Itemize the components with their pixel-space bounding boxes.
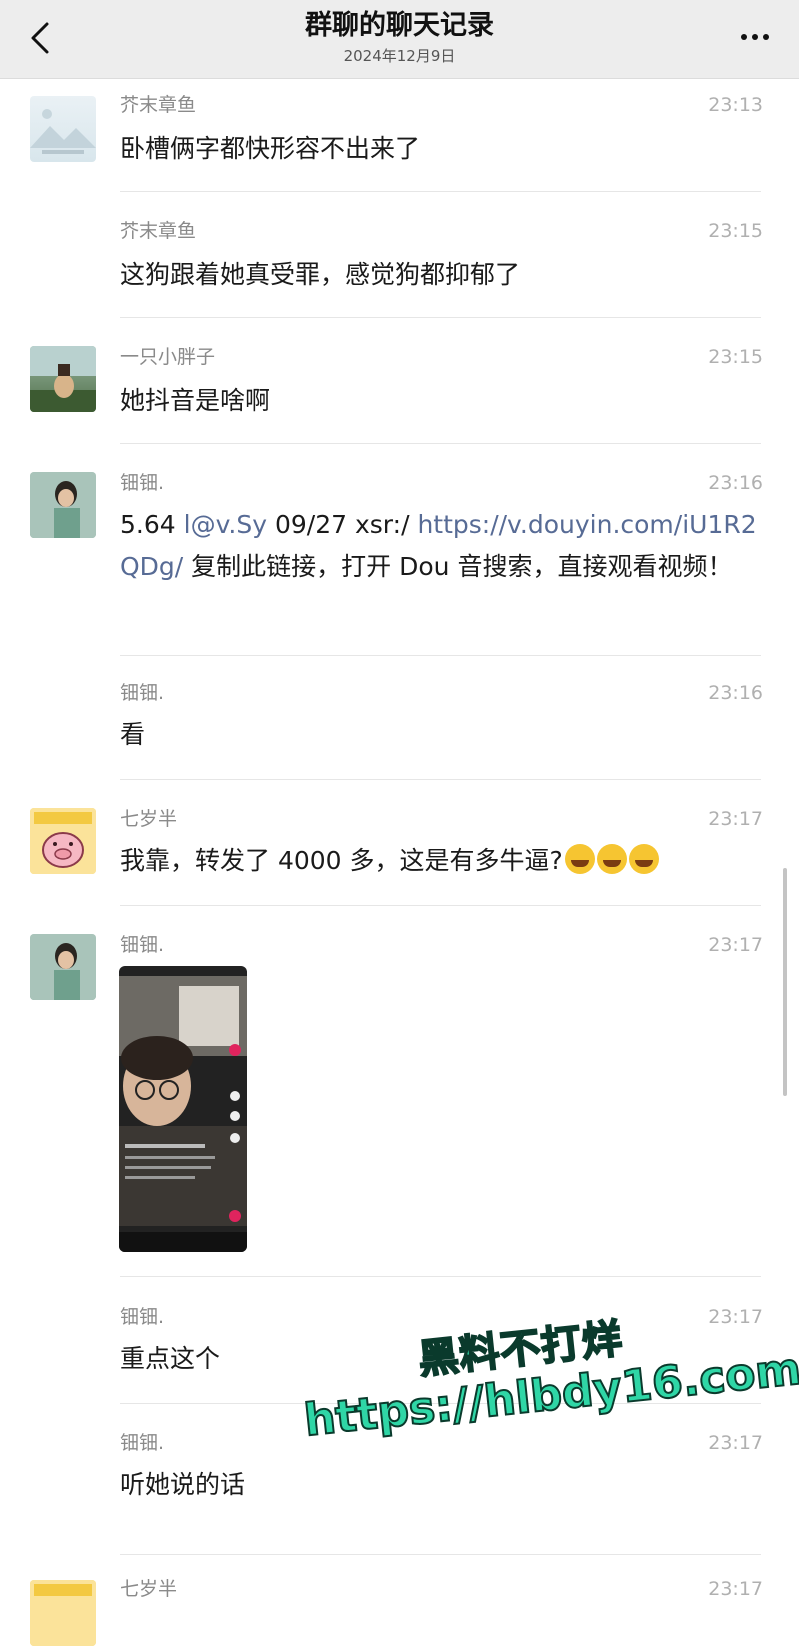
sender-name: 钿钿. [120,1432,165,1454]
message-text-part: 09/27 xsr:/ [267,510,418,539]
avatar[interactable] [30,808,96,874]
page-title: 群聊的聊天记录 [305,10,494,41]
message-text: 这狗跟着她真受罪，感觉狗都抑郁了 [120,260,521,289]
message-text: 看 [120,720,146,749]
sender-name: 钿钿. [120,682,165,704]
message-time: 23:17 [708,808,763,830]
message-item[interactable]: 钿钿. 23:16 5.64 l@v.Sy 09/27 xsr:/ https:… [0,466,799,656]
divider [120,655,761,656]
sender-name: 七岁半 [120,1578,178,1600]
message-text: 5.64 l@v.Sy 09/27 xsr:/ https://v.douyin… [120,504,760,588]
message-text: 我靠，转发了 4000 多，这是有多牛逼? [120,840,760,882]
more-dot-icon [752,34,758,40]
sender-name: 钿钿. [120,1306,165,1328]
sender-name: 钿钿. [120,934,165,956]
message-item[interactable]: 芥末章鱼 23:15 这狗跟着她真受罪，感觉狗都抑郁了 [0,214,799,318]
page-subtitle-date: 2024年12月9日 [343,47,456,65]
sender-name: 七岁半 [120,808,178,830]
laugh-cry-emoji-icon [628,844,659,874]
divider [120,317,761,318]
pig-sticker-icon [30,808,96,874]
message-item[interactable]: 钿钿. 23:17 [0,930,799,1278]
divider [120,1554,761,1555]
laugh-cry-emoji-icon [596,844,627,874]
divider [120,443,761,444]
divider [120,905,761,906]
divider [120,1276,761,1277]
message-time: 23:16 [708,472,763,494]
avatar[interactable] [30,472,96,538]
message-text: 她抖音是啥啊 [120,386,271,415]
message-item[interactable]: 一只小胖子 23:15 她抖音是啥啊 [0,340,799,444]
message-item[interactable]: 芥末章鱼 23:13 卧槽俩字都快形容不出来了 [0,88,799,192]
back-button[interactable] [18,16,62,60]
title-block: 群聊的聊天记录 2024年12月9日 [200,8,599,66]
more-dot-icon [741,34,747,40]
video-screenshot-image[interactable] [119,966,247,1252]
message-time: 23:17 [708,1578,763,1600]
message-time: 23:13 [708,94,763,116]
scrollbar[interactable] [783,868,787,1096]
message-time: 23:17 [708,934,763,956]
avatar[interactable] [30,96,96,162]
avatar[interactable] [30,346,96,412]
message-item[interactable]: 七岁半 23:17 我靠，转发了 4000 多，这是有多牛逼? [0,804,799,908]
message-text: 卧槽俩字都快形容不出来了 [120,134,421,163]
garden-photo-icon [30,346,96,412]
message-time: 23:15 [708,346,763,368]
sender-name: 一只小胖子 [120,346,216,368]
landscape-placeholder-icon [30,109,96,154]
message-text-part: 复制此链接，打开 Dou 音搜索，直接观看视频！ [183,552,733,581]
message-item[interactable]: 七岁半 23:17 [0,1574,799,1646]
message-text-part: 我靠，转发了 4000 多，这是有多牛逼? [120,846,563,875]
sender-name: 芥末章鱼 [120,94,197,116]
avatar[interactable] [30,934,96,1000]
message-time: 23:15 [708,220,763,242]
girl-photo-icon [30,934,96,1000]
laugh-cry-emoji-icon [564,844,595,874]
divider [120,191,761,192]
message-item[interactable]: 钿钿. 23:16 看 [0,678,799,782]
top-bar: 群聊的聊天记录 2024年12月9日 [0,0,799,79]
chevron-left-icon [31,22,49,54]
sender-name: 芥末章鱼 [120,220,197,242]
sender-name: 钿钿. [120,472,165,494]
girl-photo-icon [30,472,96,538]
more-options-button[interactable] [733,20,777,54]
message-text-part: 5.64 [120,510,184,539]
more-dot-icon [763,34,769,40]
douyin-code-link[interactable]: l@v.Sy [184,510,267,539]
message-time: 23:16 [708,682,763,704]
video-screenshot-picture [119,966,247,1252]
divider [120,779,761,780]
